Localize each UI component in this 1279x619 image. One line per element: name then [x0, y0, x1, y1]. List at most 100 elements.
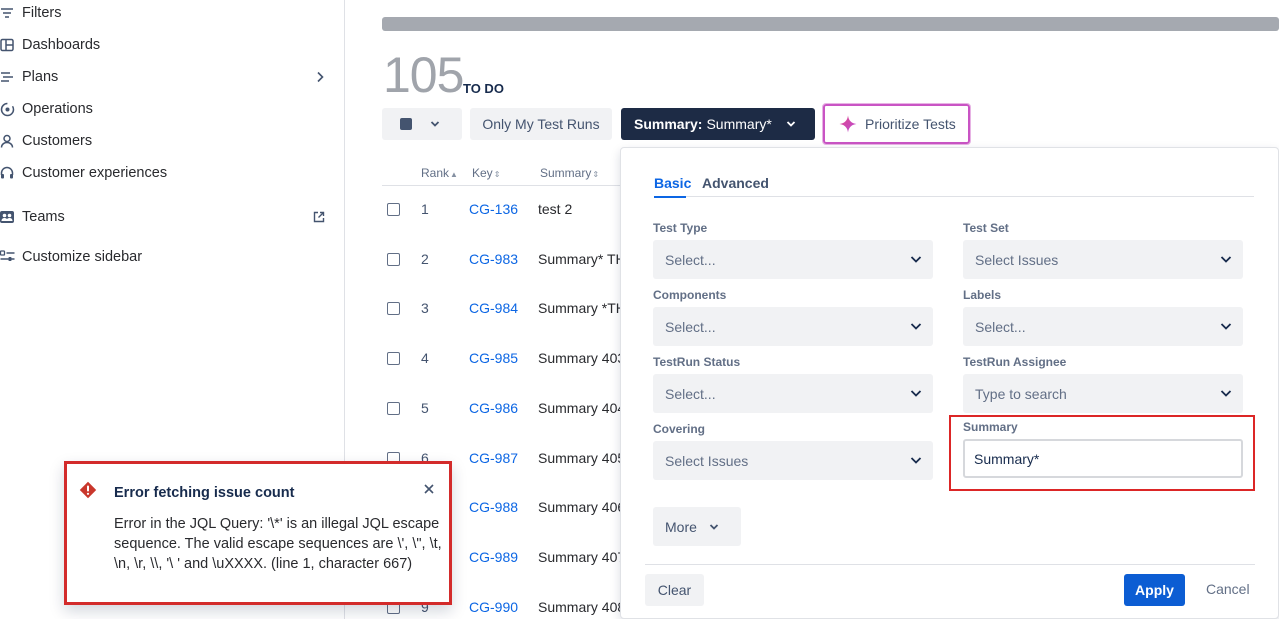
summary-filter-value: Summary* [706, 116, 772, 132]
components-placeholder: Select... [665, 318, 716, 335]
column-header-key[interactable]: Key⇕ [472, 166, 500, 180]
table-row: 4 CG-985 Summary 403 [382, 349, 620, 371]
components-select[interactable]: Select... [653, 307, 933, 346]
labels-select[interactable]: Select... [963, 307, 1243, 346]
sidebar-item-customer-experiences[interactable]: Customer experiences [0, 157, 345, 189]
row-key-link[interactable]: CG-990 [469, 599, 518, 615]
bulk-select-dropdown[interactable] [382, 108, 462, 140]
sidebar-item-teams[interactable]: Teams [0, 201, 345, 233]
filter-icon [0, 6, 22, 20]
external-link-icon[interactable] [313, 211, 325, 223]
row-summary: Summary *TH [538, 300, 620, 316]
row-key-link[interactable]: CG-984 [469, 300, 518, 316]
plans-icon [0, 70, 22, 84]
row-rank: 5 [421, 400, 429, 416]
testrun-assignee-select[interactable]: Type to search [963, 374, 1243, 413]
chevron-down-icon [709, 523, 719, 531]
only-my-test-runs-button[interactable]: Only My Test Runs [470, 108, 612, 140]
person-icon [0, 134, 22, 148]
test-set-select[interactable]: Select Issues [963, 240, 1243, 279]
customize-icon [0, 250, 22, 264]
row-rank: 4 [421, 350, 429, 366]
more-filters-button[interactable]: More [653, 507, 741, 546]
error-flag-message: Error in the JQL Query: '\*' is an illeg… [114, 516, 442, 572]
tab-basic[interactable]: Basic [654, 175, 691, 191]
issue-count: 105 [383, 47, 464, 103]
row-key-link[interactable]: CG-986 [469, 400, 518, 416]
test-set-label: Test Set [963, 221, 1009, 235]
column-header-summary[interactable]: Summary⇕ [540, 166, 599, 180]
active-tab-indicator [654, 196, 686, 198]
row-summary: Summary 405 [538, 450, 620, 466]
checkbox-icon [400, 118, 412, 130]
testrun-status-placeholder: Select... [665, 385, 716, 402]
test-type-placeholder: Select... [665, 251, 716, 268]
covering-select[interactable]: Select Issues [653, 441, 933, 480]
prioritize-tests-label: Prioritize Tests [865, 116, 956, 132]
test-type-label: Test Type [653, 221, 708, 235]
row-key-link[interactable]: CG-136 [469, 201, 518, 217]
row-checkbox[interactable] [387, 302, 400, 315]
sidebar-item-label: Customer experiences [22, 165, 168, 181]
row-key-link[interactable]: CG-988 [469, 499, 518, 515]
column-header-rank[interactable]: Rank▲ [421, 166, 458, 180]
covering-label: Covering [653, 422, 706, 436]
testrun-assignee-label: TestRun Assignee [963, 355, 1067, 369]
row-summary: Summary 403 [538, 350, 620, 366]
tab-advanced[interactable]: Advanced [702, 175, 769, 191]
sidebar-item-label: Teams [22, 209, 65, 225]
row-key-link[interactable]: CG-985 [469, 350, 518, 366]
tab-divider [654, 196, 1254, 197]
table-row: 1 CG-136 test 2 [382, 200, 620, 222]
error-icon [79, 481, 97, 499]
summary-input[interactable]: Summary* [963, 439, 1243, 478]
row-key-link[interactable]: CG-983 [469, 251, 518, 267]
error-flag: Error fetching issue count Error in the … [64, 461, 452, 605]
row-rank: 2 [421, 251, 429, 267]
labels-placeholder: Select... [975, 318, 1026, 335]
row-checkbox[interactable] [387, 402, 400, 415]
sidebar-item-filters[interactable]: Filters [0, 0, 345, 29]
table-row: 5 CG-986 Summary 404 [382, 399, 620, 421]
test-type-select[interactable]: Select... [653, 240, 933, 279]
sidebar-item-operations[interactable]: Operations [0, 93, 345, 125]
row-summary: Summary 406 [538, 499, 620, 515]
clear-button[interactable]: Clear [645, 574, 704, 606]
test-set-placeholder: Select Issues [975, 251, 1059, 268]
components-label: Components [653, 288, 727, 302]
row-summary: test 2 [538, 201, 573, 217]
chevron-down-icon [1219, 252, 1233, 266]
prioritize-tests-button[interactable]: Prioritize Tests [822, 103, 971, 145]
column-header-label: Key [472, 166, 493, 180]
chevron-down-icon [909, 453, 923, 467]
table-header: Rank▲ Key⇕ Summary⇕ [382, 164, 620, 186]
row-key-link[interactable]: CG-989 [469, 549, 518, 565]
more-label: More [665, 518, 697, 535]
row-checkbox[interactable] [387, 352, 400, 365]
summary-filter-key: Summary: [634, 116, 703, 132]
apply-button[interactable]: Apply [1124, 574, 1185, 606]
filter-panel: Basic Advanced Test Type Select... Test … [620, 147, 1279, 619]
row-checkbox[interactable] [387, 203, 400, 216]
covering-placeholder: Select Issues [665, 452, 749, 469]
row-key-link[interactable]: CG-987 [469, 450, 518, 466]
close-icon[interactable] [423, 483, 435, 495]
row-summary: Summary* TH [538, 251, 620, 267]
sidebar-item-label: Dashboards [22, 37, 101, 53]
sidebar-item-dashboards[interactable]: Dashboards [0, 29, 345, 61]
sidebar-item-plans[interactable]: Plans [0, 61, 345, 93]
operations-icon [0, 102, 22, 117]
error-flag-title: Error fetching issue count [114, 485, 295, 501]
testrun-status-select[interactable]: Select... [653, 374, 933, 413]
sidebar-item-customize[interactable]: Customize sidebar [0, 241, 345, 273]
cancel-button[interactable]: Cancel [1206, 581, 1250, 597]
sidebar-item-customers[interactable]: Customers [0, 125, 345, 157]
summary-filter-button[interactable]: Summary: Summary* [621, 108, 815, 140]
chevron-right-icon[interactable] [315, 71, 325, 83]
sidebar-item-label: Customize sidebar [22, 249, 143, 265]
progress-bar [382, 17, 1279, 31]
row-checkbox[interactable] [387, 253, 400, 266]
chevron-down-icon [909, 252, 923, 266]
sort-asc-icon: ▲ [450, 170, 458, 179]
sparkle-icon [839, 115, 857, 133]
